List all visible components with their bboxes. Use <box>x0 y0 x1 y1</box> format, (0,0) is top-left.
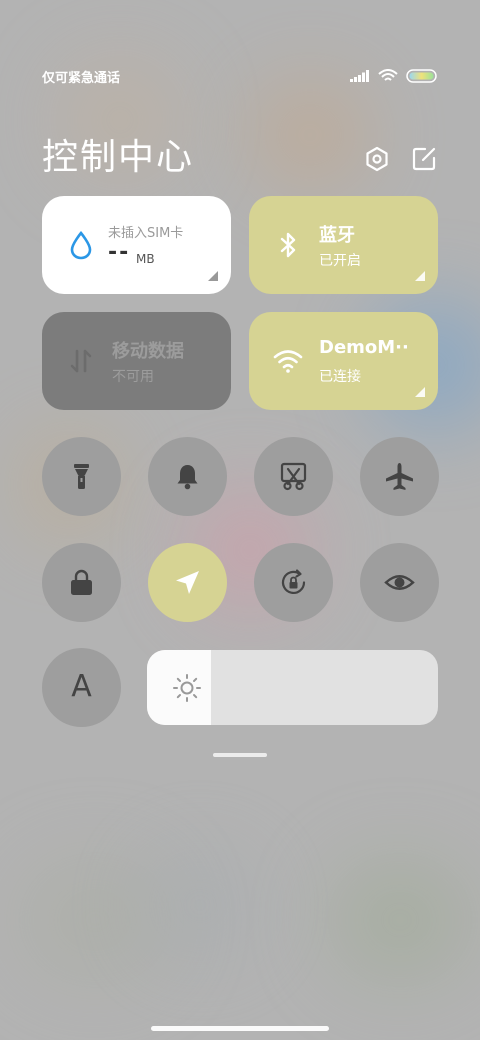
wifi-status: 已连接 <box>319 369 361 385</box>
signal-icon <box>350 70 369 82</box>
brightness-slider[interactable] <box>147 650 438 725</box>
font-size-icon: A <box>71 669 92 704</box>
home-indicator[interactable] <box>151 1026 329 1031</box>
bluetooth-status: 已开启 <box>319 253 361 269</box>
expand-corner-icon <box>415 271 425 281</box>
flashlight-toggle[interactable] <box>42 437 121 516</box>
flashlight-icon <box>74 464 89 489</box>
sim-status-label: 未插入SIM卡 <box>108 226 184 241</box>
auto-text-toggle[interactable]: A <box>42 648 121 727</box>
rotation-lock-toggle[interactable] <box>254 543 333 622</box>
bluetooth-icon <box>280 232 296 258</box>
edit-icon[interactable] <box>411 146 437 172</box>
wifi-network-name: DemoM·· <box>319 337 409 358</box>
settings-icon[interactable] <box>364 146 390 172</box>
wifi-tile[interactable]: DemoM·· 已连接 <box>249 312 438 410</box>
mobile-data-title: 移动数据 <box>112 341 184 362</box>
expand-corner-icon <box>415 387 425 397</box>
data-usage-unit: MB <box>136 252 155 266</box>
scissors-icon <box>280 462 307 491</box>
rotation-lock-icon <box>281 569 306 595</box>
airplane-toggle[interactable] <box>360 437 439 516</box>
data-usage-value: -- <box>108 240 131 265</box>
mute-toggle[interactable] <box>148 437 227 516</box>
airplane-icon <box>386 463 413 490</box>
bluetooth-title: 蓝牙 <box>319 225 355 246</box>
drag-handle[interactable] <box>213 753 267 757</box>
eye-icon <box>384 575 415 590</box>
sun-icon <box>173 674 201 702</box>
location-toggle[interactable] <box>148 543 227 622</box>
water-drop-icon <box>70 230 92 260</box>
reading-mode-toggle[interactable] <box>360 543 439 622</box>
battery-icon <box>406 69 437 83</box>
status-bar: 仅可紧急通话 <box>42 67 438 87</box>
page-title: 控制中心 <box>42 137 195 178</box>
bluetooth-tile[interactable]: 蓝牙 已开启 <box>249 196 438 294</box>
data-transfer-icon <box>70 349 92 373</box>
bell-icon <box>177 465 198 490</box>
location-arrow-icon <box>176 571 199 594</box>
data-usage-tile[interactable]: 未插入SIM卡 -- MB <box>42 196 231 294</box>
expand-corner-icon <box>208 271 218 281</box>
wifi-status-icon <box>378 69 398 81</box>
mobile-data-tile[interactable]: 移动数据 不可用 <box>42 312 231 410</box>
mobile-data-status: 不可用 <box>112 369 154 385</box>
lock-icon <box>71 569 92 595</box>
wifi-icon <box>273 350 303 373</box>
carrier-text: 仅可紧急通话 <box>42 71 121 86</box>
lock-screen-toggle[interactable] <box>42 543 121 622</box>
screenshot-toggle[interactable] <box>254 437 333 516</box>
